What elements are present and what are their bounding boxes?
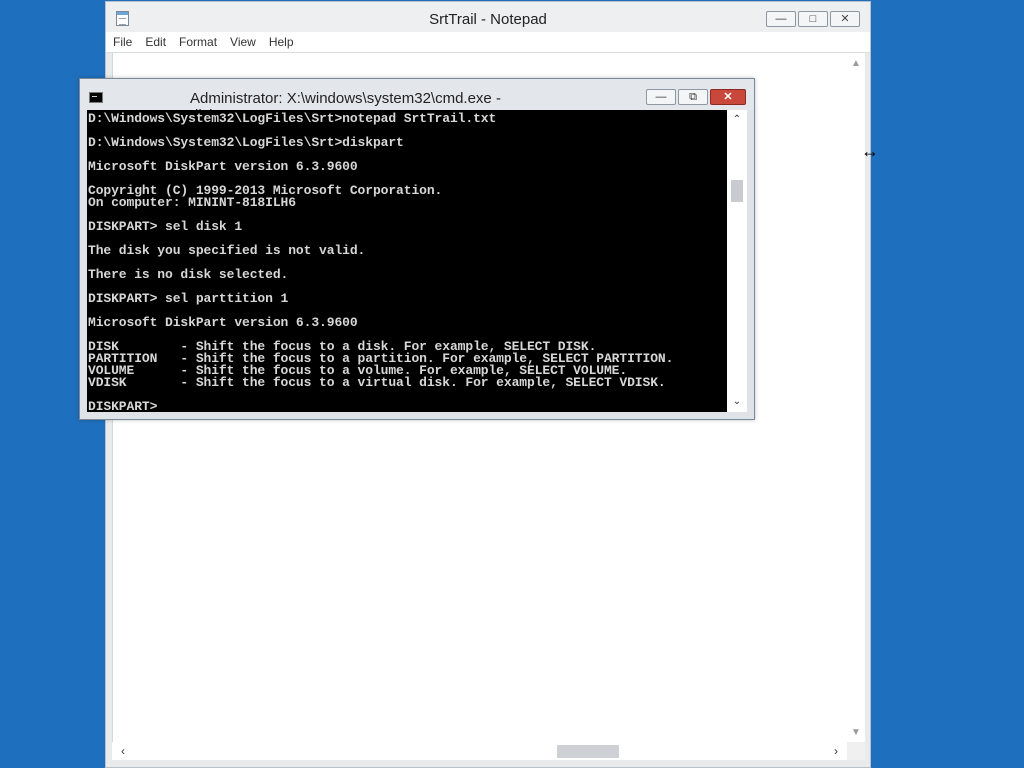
console-line: D:\Windows\System32\LogFiles\Srt>notepad… [88,111,497,126]
console-line: On computer: MININT-818ILH6 [88,195,296,210]
notepad-window-controls: — □ ✕ [766,11,860,27]
notepad-title: SrtTrail - Notepad [429,11,547,28]
console-line: DISKPART> sel parttition 1 [88,291,289,306]
restore-icon: ⧉ [689,90,697,103]
console-line: There is no disk selected. [88,267,289,282]
notepad-titlebar[interactable]: SrtTrail - Notepad — □ ✕ [106,2,870,32]
menu-file[interactable]: File [106,32,138,49]
size-grip[interactable] [847,742,865,760]
menu-view[interactable]: View [223,32,262,49]
cmd-window-controls: — ⧉ ✕ [646,89,746,105]
console-line: VDISK - Shift the focus to a virtual dis… [88,375,666,390]
scroll-down-arrow-icon[interactable]: ⌄ [727,394,747,410]
cmd-close-button[interactable]: ✕ [710,89,746,105]
cmd-console-output[interactable]: D:\Windows\System32\LogFiles\Srt>notepad… [87,110,727,412]
notepad-horizontal-scrollbar[interactable]: ‹ › [112,742,847,760]
menu-help[interactable]: Help [262,32,300,49]
notepad-menubar: File Edit Format View Help [106,32,870,53]
cmd-maximize-button[interactable]: ⧉ [678,89,708,105]
cmd-titlebar[interactable]: Administrator: X:\windows\system32\cmd.e… [80,79,754,124]
minimize-icon: — [655,90,667,103]
scroll-right-arrow-icon[interactable]: › [829,742,843,760]
cmd-scroll-thumb[interactable] [731,180,743,202]
cmd-window: Administrator: X:\windows\system32\cmd.e… [79,78,755,420]
menu-edit[interactable]: Edit [138,32,172,49]
scroll-left-arrow-icon[interactable]: ‹ [116,742,130,760]
cmd-minimize-button[interactable]: — [646,89,676,105]
scroll-up-arrow-icon[interactable]: ▲ [847,57,865,71]
minimize-icon: — [775,12,787,25]
notepad-close-button[interactable]: ✕ [830,11,860,27]
scroll-down-arrow-icon[interactable]: ▼ [847,726,865,740]
scroll-up-arrow-icon[interactable]: ⌃ [727,112,747,128]
menu-format[interactable]: Format [172,32,223,49]
cmd-app-icon[interactable] [89,92,103,103]
console-line: D:\Windows\System32\LogFiles\Srt>diskpar… [88,135,404,150]
notepad-minimize-button[interactable]: — [766,11,796,27]
console-line: Microsoft DiskPart version 6.3.9600 [88,315,358,330]
maximize-icon: □ [809,12,817,25]
notepad-maximize-button[interactable]: □ [798,11,828,27]
close-icon: ✕ [723,90,733,103]
horizontal-scroll-thumb[interactable] [557,745,619,758]
console-line: DISKPART> sel disk 1 [88,219,243,234]
console-line: DISKPART> [88,399,158,412]
console-line: The disk you specified is not valid. [88,243,366,258]
console-line: Microsoft DiskPart version 6.3.9600 [88,159,358,174]
close-icon: ✕ [840,12,850,25]
cmd-vertical-scrollbar[interactable]: ⌃ ⌄ [727,110,747,412]
resize-horizontal-cursor-icon: ↔ [861,141,879,161]
